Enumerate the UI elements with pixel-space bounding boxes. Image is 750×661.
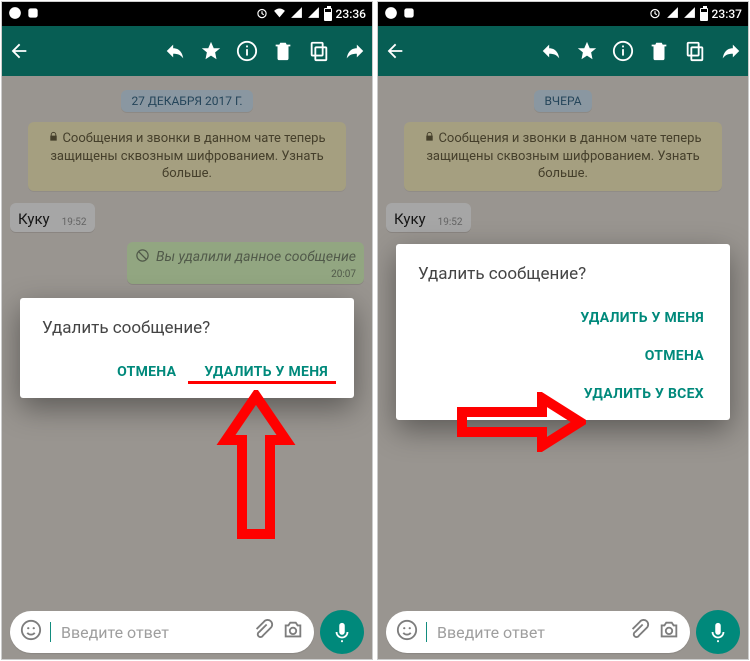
status-clock: 23:36 xyxy=(336,7,366,21)
input-bar: Введите ответ xyxy=(2,605,372,659)
emoji-icon[interactable] xyxy=(20,619,42,645)
attach-icon[interactable] xyxy=(252,619,274,645)
encryption-notice[interactable]: Сообщения и звонки в данном чате теперь … xyxy=(28,122,347,191)
app-icon xyxy=(26,6,40,23)
forward-icon[interactable] xyxy=(720,40,742,62)
star-icon[interactable] xyxy=(200,40,222,62)
message-input[interactable]: Введите ответ xyxy=(10,611,314,653)
encryption-text: Сообщения и звонки в данном чате теперь … xyxy=(50,131,325,181)
dialog-title: Удалить сообщение? xyxy=(418,264,708,284)
delete-icon[interactable] xyxy=(272,40,294,62)
status-bar: 23:36 xyxy=(2,2,372,26)
message-outgoing-deleted[interactable]: Вы удалили данное сообщение 20:07 xyxy=(127,242,364,284)
signal-icon-2 xyxy=(683,6,696,22)
camera-icon[interactable] xyxy=(282,619,304,645)
copy-icon[interactable] xyxy=(308,40,330,62)
annotation-arrow-right xyxy=(456,392,586,456)
wifi-icon xyxy=(273,6,286,22)
signal-icon xyxy=(666,6,679,22)
lock-icon xyxy=(48,130,59,148)
deleted-text: Вы удалили данное сообщение xyxy=(156,249,356,265)
info-icon[interactable] xyxy=(236,40,258,62)
text-cursor xyxy=(50,622,51,642)
signal-icon-2 xyxy=(307,6,320,22)
forward-icon[interactable] xyxy=(344,40,366,62)
viber-icon xyxy=(8,6,22,23)
status-bar: 23:37 xyxy=(378,2,748,26)
camera-icon[interactable] xyxy=(658,619,680,645)
dialog-title: Удалить сообщение? xyxy=(42,318,332,338)
alarm-icon xyxy=(648,6,662,23)
input-placeholder: Введите ответ xyxy=(437,623,620,642)
cancel-button[interactable]: ОТМЕНА xyxy=(641,340,708,372)
input-placeholder: Введите ответ xyxy=(61,623,244,642)
lock-icon xyxy=(424,130,435,148)
encryption-notice[interactable]: Сообщения и звонки в данном чате теперь … xyxy=(404,122,723,191)
blocked-icon xyxy=(135,248,150,267)
message-time: 20:07 xyxy=(135,269,356,280)
phone-right: 23:37 ВЧЕРА Сообщения и звонки в данном … xyxy=(378,2,748,659)
battery-icon xyxy=(324,8,332,21)
battery-icon xyxy=(700,8,708,21)
emoji-icon[interactable] xyxy=(396,619,418,645)
phone-left: 23:36 27 ДЕКАБРЯ 2017 Г. Сообщения и зво… xyxy=(2,2,372,659)
viber-icon xyxy=(384,6,398,23)
status-clock: 23:37 xyxy=(712,7,742,21)
delete-icon[interactable] xyxy=(648,40,670,62)
alarm-icon xyxy=(255,6,269,23)
back-icon[interactable] xyxy=(384,40,406,62)
message-time: 19:52 xyxy=(62,217,87,228)
mic-button[interactable] xyxy=(696,610,740,654)
date-pill: ВЧЕРА xyxy=(534,90,591,112)
signal-icon xyxy=(290,6,303,22)
reply-icon[interactable] xyxy=(540,40,562,62)
input-bar: Введите ответ xyxy=(378,605,748,659)
text-cursor xyxy=(426,622,427,642)
mic-button[interactable] xyxy=(320,610,364,654)
message-incoming[interactable]: Куку 19:52 xyxy=(386,203,471,232)
annotation-underline xyxy=(188,381,336,384)
delete-for-everyone-button[interactable]: УДАЛИТЬ У ВСЕХ xyxy=(580,378,708,410)
message-incoming[interactable]: Куку 19:52 xyxy=(10,203,95,232)
delete-for-me-button[interactable]: УДАЛИТЬ У МЕНЯ xyxy=(576,302,708,334)
back-icon[interactable] xyxy=(8,40,30,62)
selection-toolbar xyxy=(2,26,372,76)
cancel-button[interactable]: ОТМЕНА xyxy=(113,356,180,388)
star-icon[interactable] xyxy=(576,40,598,62)
copy-icon[interactable] xyxy=(684,40,706,62)
date-pill: 27 ДЕКАБРЯ 2017 Г. xyxy=(121,90,252,112)
reply-icon[interactable] xyxy=(164,40,186,62)
annotation-arrow-up xyxy=(214,390,298,544)
message-time: 19:52 xyxy=(438,217,463,228)
info-icon[interactable] xyxy=(612,40,634,62)
message-text: Куку xyxy=(394,210,426,228)
encryption-text: Сообщения и звонки в данном чате теперь … xyxy=(426,131,701,181)
selection-toolbar xyxy=(378,26,748,76)
message-input[interactable]: Введите ответ xyxy=(386,611,690,653)
app-icon xyxy=(402,6,416,23)
message-text: Куку xyxy=(18,210,50,228)
attach-icon[interactable] xyxy=(628,619,650,645)
